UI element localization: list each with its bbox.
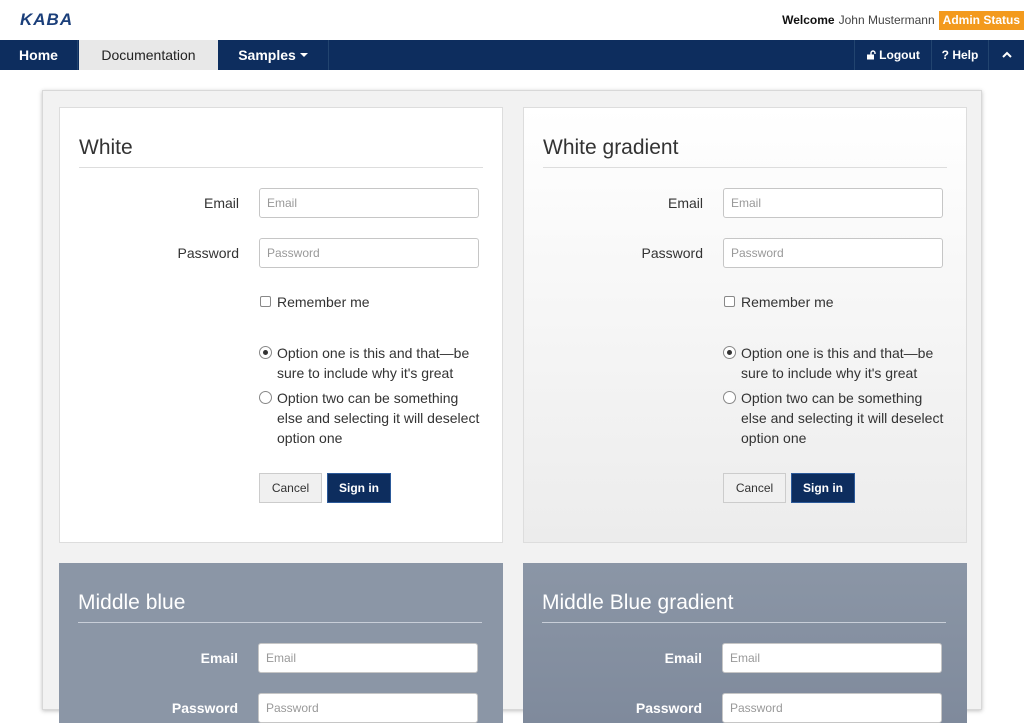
- top-header: KABA Welcome John Mustermann Admin Statu…: [0, 0, 1024, 40]
- remember-label: Remember me: [741, 294, 834, 310]
- option-one-radio[interactable]: [723, 346, 736, 359]
- email-label: Email: [203, 195, 239, 211]
- caret-down-icon: [299, 53, 308, 58]
- remember-label: Remember me: [277, 294, 370, 310]
- panel-title: Middle blue: [78, 591, 186, 614]
- password-field[interactable]: [259, 238, 479, 268]
- nav-home-label: Home: [19, 47, 58, 63]
- svg-text:KABA: KABA: [20, 11, 73, 27]
- unlock-icon: [867, 50, 876, 60]
- question-icon: ?: [941, 48, 953, 62]
- email-label: Email: [200, 650, 238, 666]
- help-button[interactable]: ? Help: [931, 40, 988, 70]
- email-field[interactable]: [259, 188, 479, 218]
- welcome-area: Welcome John Mustermann Admin Status: [782, 10, 1024, 30]
- password-label: Password: [177, 245, 239, 261]
- email-label: Email: [667, 195, 703, 211]
- option-two-radio[interactable]: [723, 391, 736, 404]
- option-two-label: Option two can be something else and sel…: [277, 390, 480, 446]
- logout-label: Logout: [879, 48, 920, 62]
- chevron-up-icon: [1001, 51, 1012, 59]
- panel-title: Middle Blue gradient: [542, 591, 734, 614]
- panel-title: White: [79, 136, 133, 159]
- option-one-label: Option one is this and that—be sure to i…: [741, 345, 934, 381]
- email-field[interactable]: [722, 643, 942, 673]
- divider: [78, 622, 482, 623]
- panel-white-gradient: White gradient Email Password Remember m…: [523, 107, 967, 543]
- samples-container: White Email Password Remember me Option …: [42, 90, 982, 723]
- main-navbar: Home Documentation Samples Logout ? Help: [0, 40, 1024, 70]
- option-two-radio[interactable]: [259, 391, 272, 404]
- user-name: John Mustermann: [838, 13, 935, 27]
- email-field[interactable]: [258, 643, 478, 673]
- nav-documentation[interactable]: Documentation: [79, 40, 218, 70]
- password-label: Password: [641, 245, 703, 261]
- sign-in-button[interactable]: Sign in: [327, 473, 391, 503]
- panel-white: White Email Password Remember me Option …: [59, 107, 503, 543]
- remember-checkbox[interactable]: [260, 296, 271, 307]
- password-label: Password: [635, 700, 702, 716]
- panel-title: White gradient: [543, 136, 679, 159]
- panel-middle-blue: Middle blue Email Password: [59, 563, 503, 723]
- password-field[interactable]: [723, 238, 943, 268]
- divider: [542, 622, 946, 623]
- nav-samples-dropdown[interactable]: Samples: [218, 40, 329, 70]
- kaba-logo[interactable]: KABA: [20, 10, 86, 29]
- panel-middle-blue-gradient: Middle Blue gradient Email Password: [523, 563, 967, 723]
- option-one-radio[interactable]: [259, 346, 272, 359]
- password-field[interactable]: [722, 693, 942, 723]
- remember-checkbox[interactable]: [724, 296, 735, 307]
- cancel-button[interactable]: Cancel: [723, 473, 786, 503]
- collapse-button[interactable]: [988, 40, 1024, 70]
- nav-home[interactable]: Home: [0, 40, 78, 70]
- status-badge: Admin Status: [938, 10, 1024, 30]
- option-two-label: Option two can be something else and sel…: [741, 390, 944, 446]
- welcome-label: Welcome: [782, 13, 835, 27]
- help-label: Help: [952, 48, 979, 62]
- divider: [79, 167, 483, 168]
- email-field[interactable]: [723, 188, 943, 218]
- nav-documentation-label: Documentation: [101, 47, 196, 63]
- password-field[interactable]: [258, 693, 478, 723]
- email-label: Email: [664, 650, 702, 666]
- option-one-label: Option one is this and that—be sure to i…: [277, 345, 470, 381]
- sign-in-button[interactable]: Sign in: [791, 473, 855, 503]
- divider: [543, 167, 947, 168]
- password-label: Password: [171, 700, 238, 716]
- cancel-button[interactable]: Cancel: [259, 473, 322, 503]
- nav-samples-label: Samples: [238, 47, 296, 63]
- logout-button[interactable]: Logout: [854, 40, 931, 70]
